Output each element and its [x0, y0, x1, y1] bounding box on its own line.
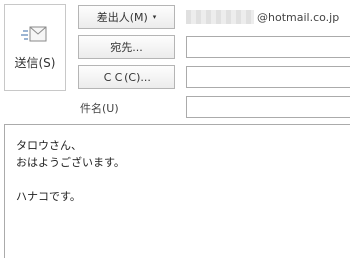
send-button[interactable]: 送信(S): [4, 4, 66, 91]
cc-field[interactable]: [186, 66, 350, 88]
subject-label: 件名(U): [80, 102, 119, 115]
body-line: タロウさん、: [16, 139, 82, 152]
message-body[interactable]: タロウさん、 おはようございます。 ハナコです。: [4, 124, 350, 258]
from-address-domain: @hotmail.co.jp: [257, 10, 340, 24]
cc-button-label: ＣＣ(C)...: [102, 71, 151, 84]
from-button[interactable]: 差出人(M) ▾: [78, 5, 175, 29]
from-button-label: 差出人(M): [96, 11, 148, 24]
from-address: @hotmail.co.jp: [186, 8, 339, 26]
to-button-label: 宛先...: [110, 41, 143, 54]
redacted-username: [186, 10, 254, 24]
subject-field[interactable]: [186, 96, 350, 118]
send-envelope-icon: [21, 26, 47, 42]
cc-button[interactable]: ＣＣ(C)...: [78, 65, 175, 89]
body-line: ハナコです。: [16, 190, 81, 203]
send-label: 送信(S): [14, 56, 56, 70]
chevron-down-icon: ▾: [152, 13, 157, 21]
body-line: [16, 171, 339, 188]
body-line: おはようございます。: [16, 156, 125, 169]
mail-compose-window: 送信(S) 差出人(M) ▾ @hotmail.co.jp 宛先... ＣＣ(C…: [0, 0, 350, 258]
to-button[interactable]: 宛先...: [78, 35, 175, 59]
to-field[interactable]: [186, 36, 350, 58]
